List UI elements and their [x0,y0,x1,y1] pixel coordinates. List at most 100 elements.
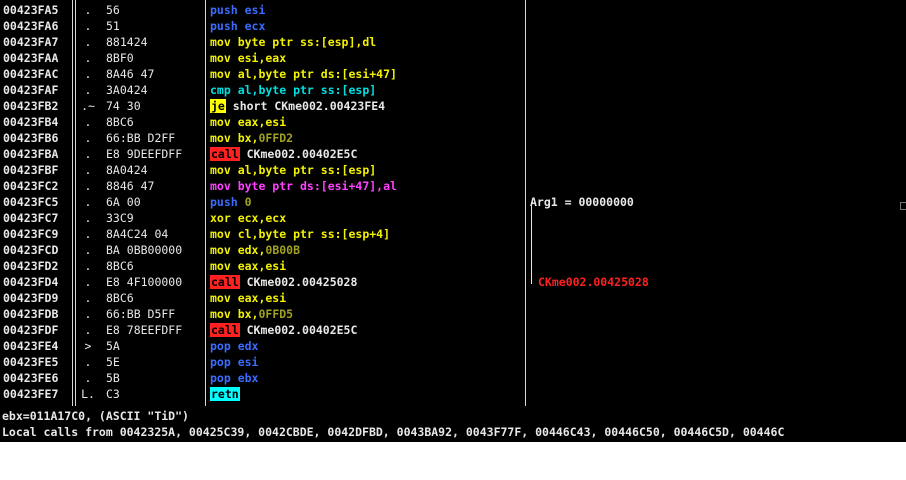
hex-dump-cell[interactable]: . 56 [78,2,204,18]
address-cell[interactable]: 00423FB2 [0,98,58,114]
hex-dump-cell[interactable]: .~ 74 30 [78,98,204,114]
address-cell[interactable]: 00423FE6 [0,370,58,386]
instruction-cell[interactable]: mov esi,eax [210,50,286,66]
address-cell[interactable]: 00423FBA [0,146,58,162]
instruction-cell[interactable]: push esi [210,2,265,18]
hex-dump-cell[interactable]: . 8846 47 [78,178,204,194]
instruction-cell[interactable]: pop esi [210,354,258,370]
scroll-thumb[interactable] [900,202,906,210]
instruction-token: call [210,275,240,289]
instruction-cell[interactable]: mov edx,0B00B [210,242,300,258]
hex-dump-cell[interactable]: . 6A 00 [78,194,204,210]
instruction-cell[interactable]: cmp al,byte ptr ss:[esp] [210,82,376,98]
cpu-disassembly-pane[interactable]: 00423FA5 00423FA6 00423FA7 00423FAA 00423FAC… [0,0,906,408]
instruction-cell[interactable]: mov eax,esi [210,114,286,130]
address-cell[interactable]: 00423FB6 [0,130,58,146]
address-cell[interactable]: 00423FCD [0,242,58,258]
hex-dump-cell[interactable]: . E8 4F100000 [78,274,204,290]
instruction-token: mov eax,esi [210,115,287,129]
instruction-cell[interactable]: pop edx [210,338,258,354]
hex-dump-cell[interactable]: . 5E [78,354,204,370]
hex-bytes: BA 0BB00000 [106,243,183,257]
address-cell[interactable]: 00423FD2 [0,258,58,274]
disassembly-column[interactable]: push esi push ecx mov byte ptr ss:[esp],dl… [208,0,526,408]
instruction-cell[interactable]: call CKme002.00402E5C [210,146,357,162]
hex-dump-cell[interactable]: . E8 78EEFDFF [78,322,204,338]
hex-dump-cell[interactable]: . 8A46 47 [78,66,204,82]
hex-dump-cell[interactable]: . 3A0424 [78,82,204,98]
hex-dump-cell[interactable]: . 5B [78,370,204,386]
instruction-cell[interactable]: push ecx [210,18,265,34]
comment-column[interactable]: Arg1 = 00000000 CKme002.00425028 [528,0,906,408]
instruction-cell[interactable]: mov eax,esi [210,290,286,306]
flow-marker: . [84,291,92,305]
instruction-cell[interactable]: mov al,byte ptr ss:[esp] [210,162,376,178]
local-calls-line: Local calls from 0042325A, 00425C39, 004… [2,425,785,439]
hex-dump-column[interactable]: . 56. 51. 881424. 8BF0. 8A46 47. 3A0424 .~ 74 30… [78,0,204,408]
hex-dump-cell[interactable]: . 8BC6 [78,114,204,130]
arg1-comment: Arg1 = 00000000 [530,195,634,209]
instruction-cell[interactable]: pop ebx [210,370,258,386]
instruction-token: CKme002.00425028 [239,275,358,289]
hex-dump-cell[interactable]: . E8 9DEEFDFF [78,146,204,162]
instruction-cell[interactable]: mov byte ptr ss:[esp],dl [210,34,376,50]
address-cell[interactable]: 00423FC2 [0,178,58,194]
instruction-cell[interactable]: mov bx,0FFD5 [210,306,293,322]
hex-dump-cell[interactable]: . 8BF0 [78,50,204,66]
hex-bytes: 8846 47 [106,179,155,193]
address-cell[interactable]: 00423FA5 [0,2,58,18]
address-cell[interactable]: 00423FBF [0,162,58,178]
address-cell[interactable]: 00423FC7 [0,210,58,226]
address-cell[interactable]: 00423FDB [0,306,58,322]
hex-dump-cell[interactable]: . 33C9 [78,210,204,226]
hex-dump-cell[interactable]: . 8BC6 [78,258,204,274]
instruction-cell[interactable]: xor ecx,ecx [210,210,286,226]
hex-dump-cell[interactable]: . 66:BB D5FF [78,306,204,322]
hex-bytes: 8BC6 [106,291,134,305]
hex-dump-cell[interactable]: . 66:BB D2FF [78,130,204,146]
instruction-cell[interactable]: mov bx,0FFD2 [210,130,293,146]
address-cell[interactable]: 00423FE5 [0,354,58,370]
address-cell[interactable]: 00423FC5 [0,194,58,210]
hex-dump-cell[interactable]: . BA 0BB00000 [78,242,204,258]
hex-dump-cell[interactable]: >5A [78,338,204,354]
address-cell[interactable]: 00423FC9 [0,226,58,242]
address-cell[interactable]: 00423FB4 [0,114,58,130]
instruction-cell[interactable]: push 0 [210,194,252,210]
address-cell[interactable]: 00423FAF [0,82,58,98]
address-cell[interactable]: 00423FAA [0,50,58,66]
hex-dump-cell[interactable]: . 8A0424 [78,162,204,178]
instruction-cell[interactable]: mov al,byte ptr ds:[esi+47] [210,66,397,82]
column-divider [205,0,206,406]
address-cell[interactable]: 00423FD4 [0,274,58,290]
instruction-cell[interactable]: call CKme002.00425028 [210,274,357,290]
instruction-cell[interactable]: mov byte ptr ds:[esi+47],al [210,178,397,194]
instruction-token: 0 [244,195,252,209]
hex-dump-cell[interactable]: . 881424 [78,34,204,50]
address-cell[interactable]: 00423FDF [0,322,58,338]
instruction-cell[interactable]: mov eax,esi [210,258,286,274]
hex-bytes: 3A0424 [106,83,148,97]
hex-dump-cell[interactable]: . 8A4C24 04 [78,226,204,242]
address-cell[interactable]: 00423FE4 [0,338,58,354]
flow-marker: . [84,371,92,385]
hex-dump-cell[interactable]: L. C3 [78,386,204,402]
instruction-cell[interactable]: call CKme002.00402E5C [210,322,357,338]
hex-bytes: 881424 [106,35,148,49]
address-cell[interactable]: 00423FE7 [0,386,58,402]
hex-bytes: E8 9DEEFDFF [106,147,183,161]
address-cell[interactable]: 00423FD9 [0,290,58,306]
flow-marker: . [84,307,92,321]
info-pane: ebx=011A17C0, (ASCII "TiD") Local calls … [0,408,906,442]
hex-bytes: 51 [106,19,120,33]
instruction-cell[interactable]: mov cl,byte ptr ss:[esp+4] [210,226,390,242]
instruction-cell[interactable]: je short CKme002.00423FE4 [210,98,385,114]
address-column[interactable]: 00423FA5 00423FA6 00423FA7 00423FAA 00423FAC… [0,0,72,408]
address-cell[interactable]: 00423FAC [0,66,58,82]
address-cell[interactable]: 00423FA7 [0,34,58,50]
address-cell[interactable]: 00423FA6 [0,18,58,34]
hex-dump-cell[interactable]: . 51 [78,18,204,34]
hex-bytes: 5E [106,355,120,369]
instruction-cell[interactable]: retn [210,386,240,402]
hex-dump-cell[interactable]: . 8BC6 [78,290,204,306]
